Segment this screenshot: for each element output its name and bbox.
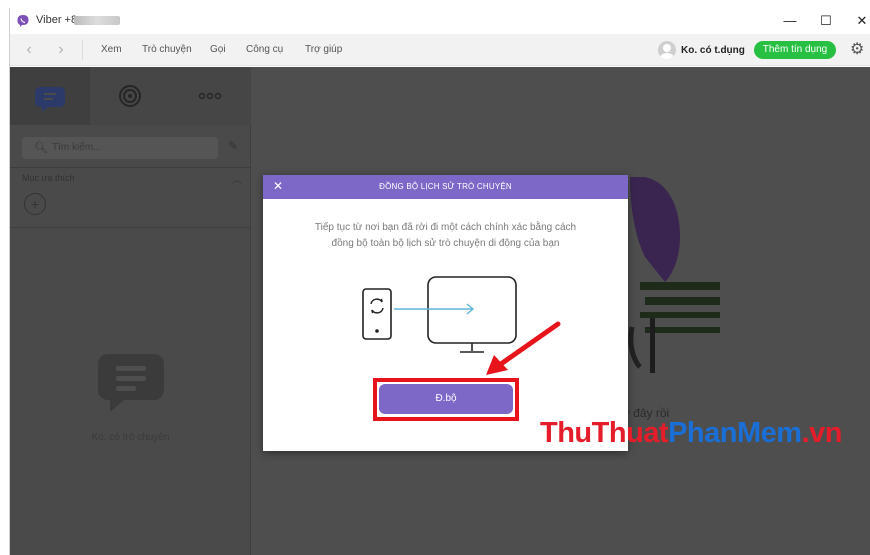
close-button[interactable]: ✕ — [848, 11, 870, 31]
menu-view[interactable]: Xem — [101, 44, 122, 55]
sidebar-tabs — [10, 67, 251, 125]
minimize-button[interactable]: — — [776, 11, 804, 31]
favorites-label: Mục ưa thích — [22, 173, 75, 183]
menu-help[interactable]: Trợ giúp — [305, 44, 342, 55]
dialog-description: Tiếp tục từ nơi bạn đã rời đi một cách c… — [314, 222, 577, 249]
back-button[interactable]: ‹ — [18, 40, 40, 60]
gear-icon[interactable]: ⚙ — [850, 41, 864, 59]
avatar — [658, 41, 676, 59]
chat-bubble-icon — [35, 87, 65, 112]
menu-chat[interactable]: Trò chuyện — [142, 44, 192, 55]
account-name: Ko. có t.dụng — [681, 44, 745, 56]
sync-button[interactable]: Đ.bộ — [379, 384, 513, 414]
window-title: Viber +8 — [36, 14, 78, 26]
search-input[interactable]: 🔍︎ Tìm kiếm... — [22, 137, 218, 159]
title-bar: Viber +8 — ☐ ✕ — [10, 8, 870, 34]
empty-chat-label: Ko. có trò chuyện — [91, 432, 170, 443]
sidebar: 🔍︎ Tìm kiếm... ✎ Mục ưa thích ︿ + Ko. có… — [10, 67, 251, 555]
close-icon[interactable]: ✕ — [273, 179, 283, 193]
blurred-phone-number — [74, 16, 120, 25]
forward-button[interactable]: › — [50, 40, 72, 60]
divider — [10, 167, 251, 168]
chevron-up-icon[interactable]: ︿ — [232, 171, 242, 186]
explore-icon — [119, 85, 141, 107]
watermark-part-3: .vn — [801, 417, 843, 449]
compose-icon[interactable]: ✎ — [228, 139, 238, 153]
menu-bar: ‹ › Xem Trò chuyện Gọi Công cụ Trợ giúp … — [10, 34, 870, 66]
maximize-button[interactable]: ☐ — [812, 11, 840, 31]
tab-explore[interactable] — [90, 67, 170, 125]
sync-history-dialog: ĐỒNG BỘ LỊCH SỬ TRÒ CHUYỆN ✕ Tiếp tục từ… — [263, 175, 628, 451]
search-placeholder: Tìm kiếm... — [52, 142, 102, 153]
menu-tools[interactable]: Công cụ — [246, 44, 283, 55]
menu-call[interactable]: Gọi — [210, 44, 226, 55]
divider — [10, 227, 251, 228]
tab-more[interactable] — [170, 67, 250, 125]
annotation-arrow-icon — [486, 321, 561, 375]
empty-chat-icon — [98, 354, 164, 412]
add-favorite-button[interactable]: + — [24, 193, 46, 215]
viber-logo-icon — [17, 15, 29, 27]
dialog-title: ĐỒNG BỘ LỊCH SỬ TRÒ CHUYỆN — [379, 182, 512, 191]
add-credit-button[interactable]: Thêm tín dụng — [754, 41, 836, 59]
account-info[interactable]: Ko. có t.dụng — [658, 39, 745, 61]
watermark-part-2: PhanMem — [668, 417, 802, 449]
dialog-header: ĐỒNG BỘ LỊCH SỬ TRÒ CHUYỆN ✕ — [263, 175, 628, 199]
tab-chats[interactable] — [10, 67, 90, 125]
search-icon: 🔍︎ — [34, 142, 48, 154]
divider — [82, 40, 83, 60]
more-icon — [198, 92, 222, 100]
watermark-part-1: ThuThuat — [540, 417, 669, 449]
watermark: ThuThuatPhanMem.vn — [540, 417, 842, 450]
